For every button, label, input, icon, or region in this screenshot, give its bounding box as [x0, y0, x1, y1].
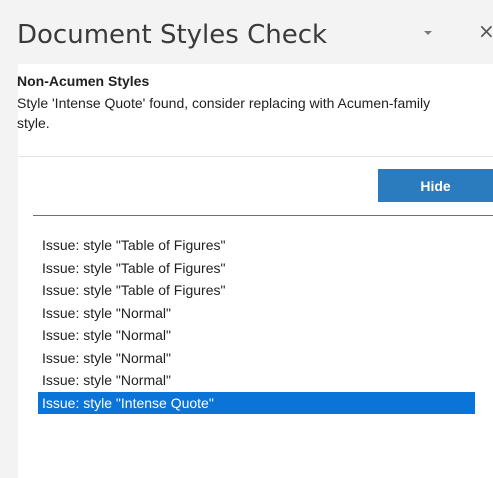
pane-title: Document Styles Check [17, 20, 328, 50]
issue-list-item[interactable]: Issue: style "Normal" [38, 369, 475, 392]
hide-button[interactable]: Hide [378, 169, 493, 202]
issue-list-item[interactable]: Issue: style "Table of Figures" [38, 234, 475, 257]
issue-list-item[interactable]: Issue: style "Normal" [38, 347, 475, 370]
list-divider [33, 215, 493, 216]
issue-list-item[interactable]: Issue: style "Table of Figures" [38, 257, 475, 280]
document-styles-check-pane: Document Styles Check × Non-Acumen Style… [0, 0, 493, 478]
issue-list-item[interactable]: Issue: style "Normal" [38, 302, 475, 325]
divider [18, 156, 493, 157]
close-icon[interactable]: × [478, 20, 493, 42]
issue-list-item[interactable]: Issue: style "Table of Figures" [38, 279, 475, 302]
chevron-down-icon-graphic [424, 31, 432, 35]
message-body: Style 'Intense Quote' found, consider re… [17, 95, 431, 131]
chevron-down-icon[interactable] [420, 24, 436, 40]
issue-list-item[interactable]: Issue: style "Normal" [38, 324, 475, 347]
message-heading: Non-Acumen Styles [17, 73, 150, 89]
issue-list[interactable]: Issue: style "Table of Figures" Issue: s… [38, 234, 475, 414]
issue-list-item-selected[interactable]: Issue: style "Intense Quote" [38, 391, 475, 414]
